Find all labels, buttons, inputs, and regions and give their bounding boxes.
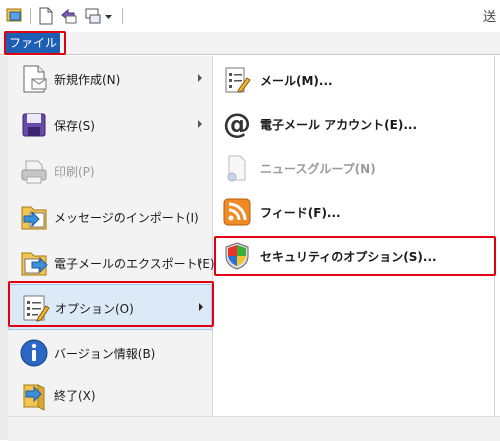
print-icon	[21, 160, 47, 184]
security-options-highlight	[214, 236, 496, 276]
menu-item-import[interactable]: メッセージのインポート(I)	[8, 194, 212, 240]
export-icon	[21, 252, 48, 276]
ribbon-tab-row: ファイル	[0, 32, 500, 55]
submenu-arrow-icon	[198, 258, 202, 266]
submenu-arrow-icon	[198, 120, 202, 128]
options-highlight	[8, 281, 214, 327]
menu-item-label: メッセージのインポート(I)	[54, 211, 199, 225]
rss-feed-icon	[223, 198, 251, 226]
svg-text:@: @	[223, 109, 251, 139]
menu-item-label: 新規作成(N)	[54, 73, 121, 87]
menu-item-label: 印刷(P)	[54, 165, 95, 179]
menu-bottom-strip	[8, 416, 500, 441]
save-icon	[22, 113, 46, 137]
mail-options-icon	[225, 67, 251, 93]
submenu-item-email-accounts[interactable]: @ 電子メール アカウント(E)...	[214, 102, 494, 146]
import-icon	[21, 206, 47, 230]
submenu-item-newsgroups[interactable]: ニュースグループ(N)	[214, 146, 494, 190]
info-icon	[20, 339, 48, 367]
menu-item-label: 電子メールのエクスポート(E)	[54, 257, 215, 271]
submenu-item-label: ニュースグループ(N)	[260, 162, 376, 176]
submenu-item-label: メール(M)...	[260, 74, 333, 88]
newsgroup-icon	[227, 155, 246, 182]
exit-icon	[23, 384, 45, 411]
submenu-item-mail[interactable]: メール(M)...	[214, 58, 494, 102]
menu-item-exit[interactable]: 終了(X)	[8, 372, 212, 418]
menu-item-export[interactable]: 電子メールのエクスポート(E)	[8, 240, 215, 286]
submenu-arrow-icon	[198, 74, 202, 82]
new-document-icon	[23, 65, 47, 93]
title-bar: 送	[0, 0, 500, 33]
toolbar-separator	[122, 8, 123, 24]
at-sign-icon: @	[223, 109, 251, 139]
menu-item-print[interactable]: 印刷(P)	[8, 148, 212, 194]
submenu-item-label: フィード(F)...	[260, 206, 341, 220]
new-message-icon[interactable]	[38, 6, 54, 26]
menu-item-new[interactable]: 新規作成(N)	[8, 56, 212, 102]
toolbar-separator	[30, 8, 31, 24]
send-receive-icon[interactable]	[84, 6, 102, 26]
menu-item-label: 保存(S)	[54, 119, 95, 133]
submenu-item-label: 電子メール アカウント(E)...	[260, 118, 418, 132]
file-tab-highlight	[4, 31, 66, 55]
menu-item-about[interactable]: バージョン情報(B)	[8, 330, 212, 376]
menu-item-label: バージョン情報(B)	[54, 347, 156, 361]
window-title: 送	[482, 10, 496, 25]
reply-icon[interactable]	[60, 6, 78, 26]
submenu-item-feeds[interactable]: フィード(F)...	[214, 190, 494, 234]
menu-item-label: 終了(X)	[54, 389, 96, 403]
chevron-down-icon[interactable]	[104, 6, 114, 26]
menu-item-save[interactable]: 保存(S)	[8, 102, 212, 148]
app-icon[interactable]	[6, 6, 24, 26]
